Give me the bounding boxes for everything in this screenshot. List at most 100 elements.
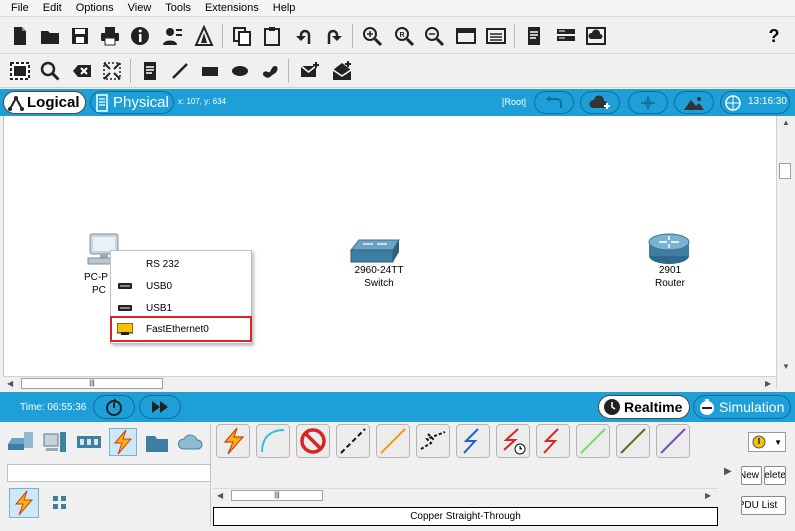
inspect-icon[interactable] bbox=[38, 58, 62, 84]
vertical-scroll-thumb[interactable] bbox=[779, 163, 791, 179]
menu-view[interactable]: View bbox=[121, 0, 159, 17]
copy-icon[interactable] bbox=[230, 23, 254, 49]
console-cable-icon[interactable] bbox=[256, 424, 290, 458]
select-icon[interactable] bbox=[8, 58, 32, 84]
device-list-icon[interactable] bbox=[554, 23, 578, 49]
resize-icon[interactable] bbox=[100, 58, 124, 84]
usb-cable-icon[interactable] bbox=[656, 424, 690, 458]
port-item-usb1[interactable]: USB1 bbox=[111, 298, 251, 318]
expand-panel-icon[interactable]: ▶ bbox=[724, 466, 732, 477]
root-label[interactable]: [Root] bbox=[502, 97, 526, 107]
iot-custom-cable-icon[interactable] bbox=[616, 424, 650, 458]
menu-tools[interactable]: Tools bbox=[158, 0, 198, 17]
globe-clock-icon bbox=[725, 94, 741, 111]
structured-cabling-icon[interactable] bbox=[45, 488, 75, 518]
place-note-icon[interactable] bbox=[138, 58, 162, 84]
power-cycle-button[interactable] bbox=[93, 395, 135, 419]
connections-horizontal-scrollbar[interactable]: ◀ ||| ▶ bbox=[213, 488, 718, 502]
logical-tab[interactable]: Logical bbox=[3, 91, 86, 114]
svg-text:R: R bbox=[400, 32, 405, 39]
menu-bar: File Edit Options View Tools Extensions … bbox=[0, 0, 795, 17]
network-info-icon[interactable] bbox=[192, 23, 216, 49]
network-devices-icon[interactable] bbox=[7, 428, 35, 456]
cloud-window-icon[interactable] bbox=[584, 23, 608, 49]
menu-file[interactable]: File bbox=[4, 0, 36, 17]
horizontal-scroll-thumb[interactable]: ||| bbox=[21, 378, 163, 389]
serial-dce-icon[interactable] bbox=[536, 424, 570, 458]
connections-scroll-thumb[interactable]: ||| bbox=[231, 490, 323, 501]
pdu-panel: ▶ ▼ New Delete PDU List bbox=[720, 422, 795, 531]
print-icon[interactable] bbox=[98, 23, 122, 49]
add-simple-pdu-icon[interactable] bbox=[298, 58, 322, 84]
physical-tab[interactable]: Physical bbox=[90, 91, 174, 114]
draw-rectangle-icon[interactable] bbox=[198, 58, 222, 84]
open-folder-icon[interactable] bbox=[38, 23, 62, 49]
canvas-vertical-scrollbar[interactable]: ▲ ▼ bbox=[776, 116, 793, 388]
scroll-left-icon[interactable]: ◀ bbox=[217, 491, 223, 500]
save-icon[interactable] bbox=[68, 23, 92, 49]
automatic-connection-icon[interactable] bbox=[216, 424, 250, 458]
menu-extensions[interactable]: Extensions bbox=[198, 0, 266, 17]
octal-cable-icon[interactable] bbox=[576, 424, 610, 458]
scenario-select[interactable]: ▼ bbox=[748, 432, 786, 452]
copper-straight-through-icon[interactable] bbox=[336, 424, 370, 458]
scroll-down-icon[interactable]: ▼ bbox=[782, 362, 790, 371]
new-cluster-button[interactable] bbox=[580, 91, 620, 114]
new-file-icon[interactable] bbox=[8, 23, 32, 49]
simulation-tab[interactable]: Simulation bbox=[693, 395, 791, 419]
canvas-horizontal-scrollbar[interactable]: ◀ ||| ▶ bbox=[3, 376, 776, 390]
connections-subcategory-icon[interactable] bbox=[9, 488, 39, 518]
zoom-out-icon[interactable] bbox=[422, 23, 446, 49]
router-name: 2901 bbox=[658, 265, 682, 276]
device-search-input[interactable] bbox=[7, 464, 211, 482]
coaxial-clock-cable-icon[interactable] bbox=[496, 424, 530, 458]
draw-ellipse-icon[interactable] bbox=[228, 58, 252, 84]
redo-icon[interactable] bbox=[322, 23, 346, 49]
copper-cross-over-icon[interactable] bbox=[376, 424, 410, 458]
draw-line-icon[interactable] bbox=[168, 58, 192, 84]
scroll-right-icon[interactable]: ▶ bbox=[705, 491, 711, 500]
end-devices-icon[interactable] bbox=[41, 428, 69, 456]
custom-device-icon[interactable] bbox=[484, 23, 508, 49]
port-item-rs232[interactable]: RS 232 bbox=[111, 254, 251, 274]
router-device-icon[interactable] bbox=[647, 230, 691, 266]
set-background-button[interactable] bbox=[674, 91, 714, 114]
realtime-tab[interactable]: Realtime bbox=[598, 395, 690, 419]
fast-forward-button[interactable] bbox=[139, 395, 181, 419]
scroll-left-icon[interactable]: ◀ bbox=[7, 379, 13, 388]
add-complex-pdu-icon[interactable] bbox=[330, 58, 354, 84]
pdu-list-button[interactable]: PDU List bbox=[741, 496, 786, 515]
components-icon[interactable] bbox=[75, 428, 103, 456]
menu-help[interactable]: Help bbox=[266, 0, 303, 17]
scroll-right-icon[interactable]: ▶ bbox=[765, 379, 771, 388]
delete-scenario-button[interactable]: Delete bbox=[764, 466, 786, 485]
notes-icon[interactable] bbox=[522, 23, 546, 49]
activity-wizard-icon[interactable] bbox=[160, 23, 184, 49]
miscellaneous-icon[interactable] bbox=[143, 428, 171, 456]
phone-cable-icon[interactable] bbox=[456, 424, 490, 458]
menu-options[interactable]: Options bbox=[69, 0, 121, 17]
zoom-reset-icon[interactable]: R bbox=[392, 23, 416, 49]
fiber-icon[interactable] bbox=[416, 424, 450, 458]
undo-icon[interactable] bbox=[292, 23, 316, 49]
zoom-in-icon[interactable] bbox=[360, 23, 384, 49]
palette-icon[interactable] bbox=[454, 23, 478, 49]
move-object-button[interactable] bbox=[628, 91, 668, 114]
menu-edit[interactable]: Edit bbox=[36, 0, 69, 17]
connections-icon[interactable] bbox=[109, 428, 137, 456]
freeform-icon[interactable] bbox=[258, 58, 282, 84]
info-icon[interactable] bbox=[128, 23, 152, 49]
usb-port-icon bbox=[118, 305, 132, 311]
paste-icon[interactable] bbox=[260, 23, 284, 49]
new-scenario-button[interactable]: New bbox=[741, 466, 762, 485]
port-item-usb0[interactable]: USB0 bbox=[111, 276, 251, 296]
delete-icon[interactable] bbox=[70, 58, 94, 84]
help-icon[interactable]: ? bbox=[762, 23, 786, 49]
multiuser-cloud-icon[interactable] bbox=[177, 428, 205, 456]
connection-type-status: Copper Straight-Through bbox=[213, 507, 718, 526]
fastethernet0-highlight bbox=[110, 316, 252, 342]
scroll-up-icon[interactable]: ▲ bbox=[782, 118, 790, 127]
device-category-panel bbox=[3, 424, 211, 526]
back-button[interactable] bbox=[534, 91, 574, 114]
no-connection-icon[interactable] bbox=[296, 424, 330, 458]
